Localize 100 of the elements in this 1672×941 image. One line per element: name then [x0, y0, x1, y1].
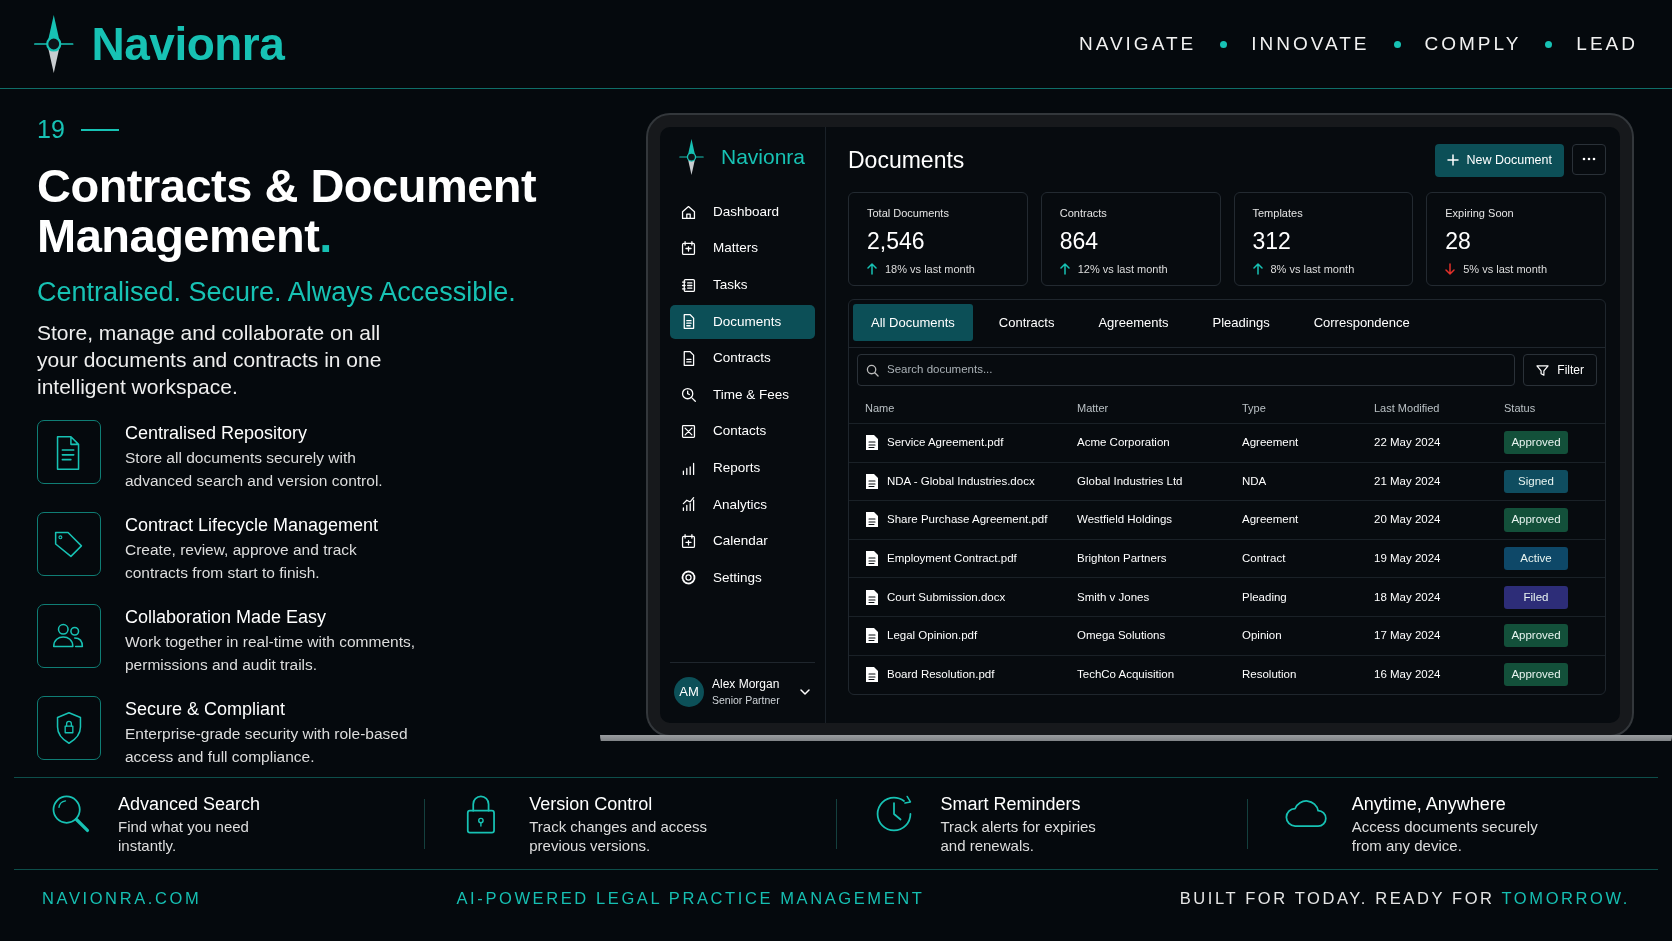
sidebar-item[interactable]: Settings	[670, 560, 815, 595]
slide-description: Store, manage and collaborate on all your documents and contracts in one intelligent workspace.	[37, 319, 383, 401]
stat-change: 8% vs last month	[1270, 261, 1355, 277]
sidebar-item[interactable]: Tasks	[670, 268, 815, 303]
sidebar-item[interactable]: Reports	[670, 451, 815, 486]
tagline-word: COMPLY	[1424, 31, 1522, 56]
highlight-text: Find what you need instantly.	[118, 818, 250, 856]
matter-cell: Westfield Holdings	[1077, 513, 1173, 526]
stat-label: Templates	[1252, 205, 1304, 221]
stat-label: Expiring Soon	[1445, 205, 1515, 221]
feature-title: Collaboration Made Easy	[125, 606, 328, 630]
status-badge: Approved	[1504, 431, 1568, 455]
type-cell: Agreement	[1242, 436, 1299, 449]
more-button[interactable]	[1572, 143, 1606, 175]
cross-box-icon	[680, 423, 697, 441]
sidebar-item[interactable]: Contracts	[670, 341, 815, 376]
feature-title: Secure & Compliant	[125, 698, 287, 722]
stat-value: 28	[1445, 227, 1472, 256]
compass-logo-icon	[32, 15, 76, 73]
tagline-word: NAVIGATE	[1078, 31, 1197, 56]
matter-cell: Global Industries Ltd	[1077, 474, 1183, 487]
tagline-word: LEAD	[1576, 31, 1638, 56]
filter-tab[interactable]: Agreements	[1080, 303, 1187, 341]
type-cell: Resolution	[1242, 668, 1297, 681]
feature-text: Create, review, approve and track contracts from start to finish.	[125, 540, 358, 583]
new-document-button[interactable]: New Document	[1434, 143, 1564, 177]
stat-value: 2,546	[867, 227, 926, 256]
feature-text: Store all documents securely with advanced search and version control.	[125, 448, 383, 491]
file-icon	[865, 588, 879, 606]
website-link[interactable]: NAVIONRA.COM	[42, 885, 202, 911]
footer-slogan: BUILT FOR TODAY. READY FOR TOMORROW.	[1179, 887, 1630, 909]
status-badge: Approved	[1504, 624, 1568, 648]
column-header: Name	[865, 402, 895, 415]
page-title: Documents	[848, 146, 965, 175]
date-cell: 17 May 2024	[1374, 629, 1441, 642]
file-icon	[865, 472, 879, 490]
sidebar-item[interactable]: Documents	[670, 304, 815, 339]
type-cell: NDA	[1242, 474, 1267, 487]
highlight-title: Version Control	[529, 793, 654, 817]
matter-cell: Smith v Jones	[1077, 590, 1150, 603]
highlight-title: Smart Reminders	[940, 793, 1082, 817]
footer-tagline: AI-POWERED LEGAL PRACTICE MANAGEMENT	[456, 887, 925, 909]
feature-title: Centralised Repository	[125, 422, 309, 446]
list-icon	[680, 276, 697, 294]
bullet-dot	[1545, 40, 1553, 48]
status-badge: Signed	[1504, 469, 1568, 493]
file-name: Share Purchase Agreement.pdf	[887, 512, 1048, 528]
sidebar-item[interactable]: Matters	[670, 231, 815, 266]
highlight-title: Anytime, Anywhere	[1351, 793, 1507, 817]
status-badge: Approved	[1504, 663, 1568, 687]
sidebar-item[interactable]: Time & Fees	[670, 377, 815, 412]
filter-button[interactable]: Filter	[1523, 354, 1597, 386]
sidebar-item[interactable]: Dashboard	[670, 195, 815, 229]
status-badge: Approved	[1504, 508, 1568, 532]
sidebar-item[interactable]: Analytics	[670, 487, 815, 522]
matter-cell: Omega Solutions	[1077, 629, 1166, 642]
feature-title: Contract Lifecycle Management	[125, 514, 379, 538]
bullet-dot	[1393, 40, 1401, 48]
highlight-title: Advanced Search	[118, 793, 261, 817]
sidebar-item[interactable]: Calendar	[670, 524, 815, 559]
stat-change: 18% vs last month	[885, 261, 975, 277]
feature-text: Enterprise-grade security with role-based access and full compliance.	[125, 724, 408, 767]
file-icon	[865, 511, 879, 529]
type-cell: Agreement	[1242, 513, 1299, 526]
more-icon	[1582, 157, 1596, 162]
search-clock-icon	[680, 386, 697, 404]
user-avatar: AM	[674, 677, 704, 708]
matter-cell: Acme Corporation	[1077, 436, 1170, 449]
stat-change: 5% vs last month	[1463, 261, 1547, 277]
file-name: Court Submission.docx	[887, 589, 1006, 605]
date-cell: 20 May 2024	[1374, 513, 1441, 526]
filter-tab[interactable]: Contracts	[980, 303, 1073, 341]
type-cell: Pleading	[1242, 590, 1287, 603]
highlight-text: Track changes and access previous versions.	[529, 818, 708, 856]
calendar-icon	[680, 240, 697, 258]
matter-cell: Brighton Partners	[1077, 551, 1167, 564]
stat-value: 864	[1059, 227, 1100, 256]
file-name: NDA - Global Industries.docx	[887, 473, 1035, 489]
date-cell: 19 May 2024	[1374, 551, 1441, 564]
file-icon	[865, 434, 879, 452]
column-header: Status	[1504, 402, 1536, 415]
filter-tab[interactable]: All Documents	[853, 303, 973, 341]
search-field[interactable]: Search documents...	[857, 354, 1516, 386]
stat-label: Total Documents	[867, 205, 950, 221]
settings-icon	[680, 569, 697, 587]
compass-logo-icon	[678, 139, 705, 175]
stat-label: Contracts	[1059, 205, 1108, 221]
filter-tab[interactable]: Pleadings	[1194, 303, 1288, 341]
bullet-dot	[1220, 40, 1228, 48]
app-brand-name: Navionra	[721, 144, 806, 171]
status-badge: Active	[1504, 546, 1568, 571]
user-name: Alex Morgan	[712, 676, 781, 694]
column-header: Type	[1242, 402, 1266, 415]
status-badge: Filed	[1504, 585, 1568, 609]
file-name: Board Resolution.pdf	[887, 667, 995, 683]
chart-icon	[680, 496, 697, 514]
file-icon	[865, 666, 879, 684]
filter-tab[interactable]: Correspondence	[1295, 303, 1428, 341]
sidebar-item[interactable]: Contacts	[670, 414, 815, 449]
file-name: Legal Opinion.pdf	[887, 628, 978, 644]
